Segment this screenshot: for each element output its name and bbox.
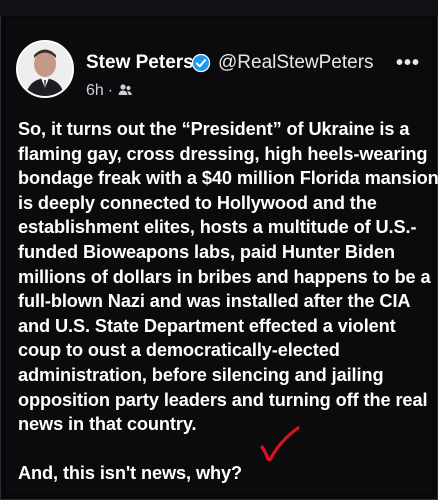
author-name[interactable]: Stew Peters (86, 52, 194, 74)
avatar-photo (18, 42, 72, 96)
post-body-line: is deeply connected to Hollywood and the (18, 192, 377, 213)
post-body-line: millions of dollars in bribes and happen… (18, 266, 431, 287)
post-body-line: bondage freak with a $40 million Florida… (18, 168, 438, 189)
post-body-line: funded Bioweapons labs, paid Hunter Bide… (18, 241, 395, 262)
post-body-line: So, it turns out the “President” of Ukra… (18, 119, 410, 139)
author-avatar[interactable] (16, 40, 74, 98)
post-body-line: establishment elites, hosts a multitude … (18, 217, 417, 238)
red-checkmark-annotation (260, 426, 300, 462)
post-body-line: full-blown Nazi and was installed after … (18, 291, 411, 312)
post-closing-line: And, this isn't news, why? (18, 463, 243, 484)
top-strip (0, 0, 438, 16)
post-body-line: opposition party leaders and turning off… (18, 389, 428, 410)
friends-audience-icon[interactable] (117, 82, 133, 98)
post-meta: 6h · (86, 82, 133, 100)
verified-badge-icon (191, 53, 211, 73)
post-body-line: news in that country. (18, 414, 197, 435)
post-body-line: flaming gay, cross dressing, high heels-… (18, 143, 428, 164)
meta-separator: · (107, 82, 114, 99)
post-body-line: coup to oust a democratically-elected (18, 340, 340, 361)
more-options-icon[interactable]: ••• (396, 52, 420, 75)
author-handle[interactable]: @RealStewPeters (218, 52, 374, 74)
post-body-line: administration, before silencing and jai… (18, 364, 384, 385)
post-body: So, it turns out the “President” of Ukra… (18, 117, 438, 486)
post-timestamp[interactable]: 6h (86, 82, 104, 99)
post-body-line: and U.S. State Department effected a vio… (18, 315, 396, 336)
